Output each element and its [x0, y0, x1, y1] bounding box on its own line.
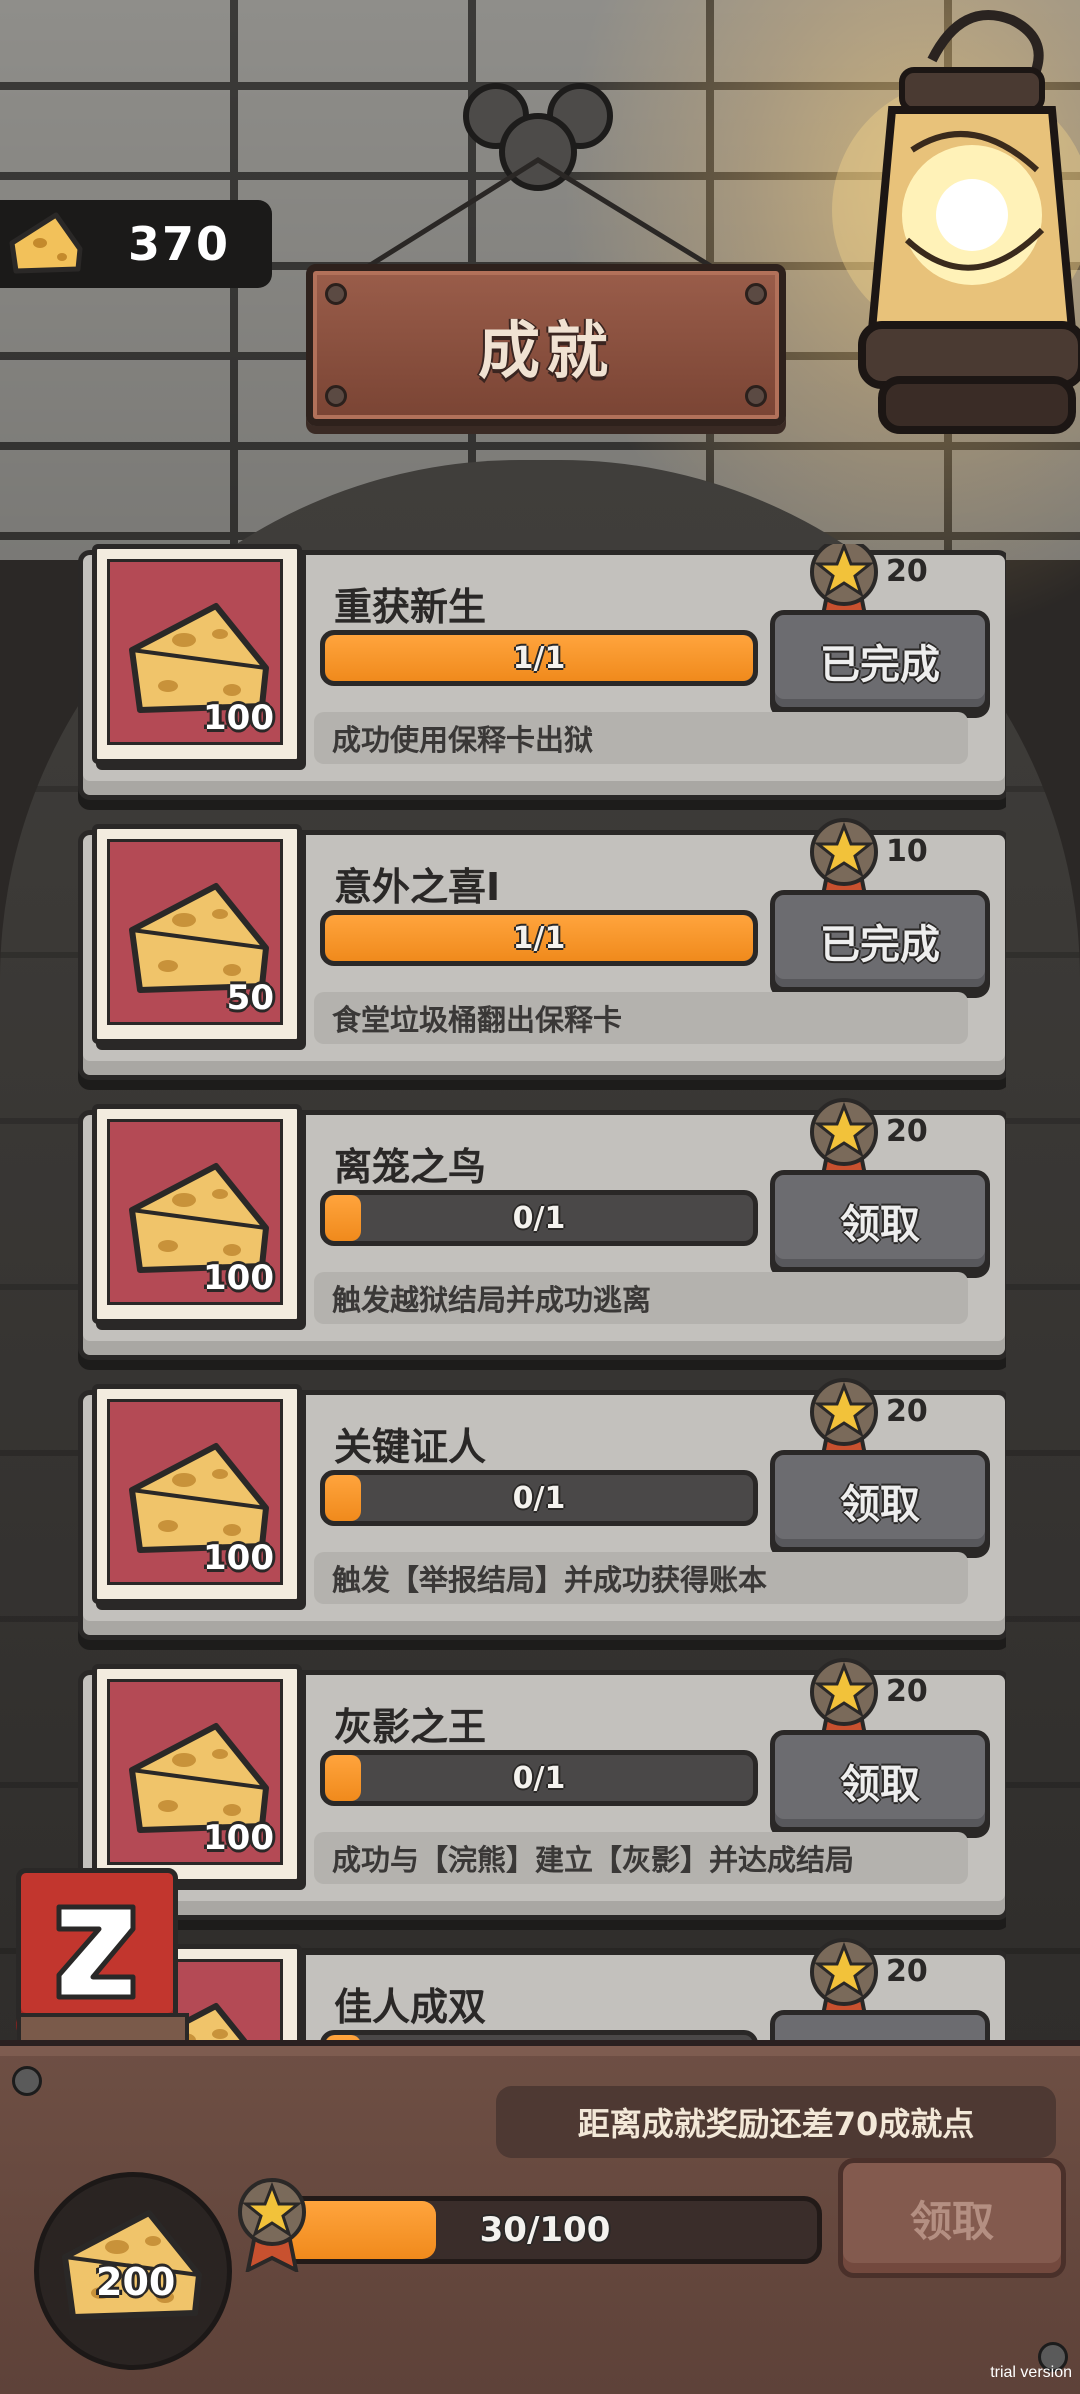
side-z-button[interactable] — [16, 1868, 189, 2047]
achievement-description: 成功使用保释卡出狱 — [314, 712, 968, 764]
achievement-card: 佳人成双 20 — [74, 1938, 1006, 2042]
achievement-description: 食堂垃圾桶翻出保释卡 — [314, 992, 968, 1044]
achievement-points: 20 — [886, 1394, 928, 1429]
achievement-points: 20 — [886, 554, 928, 589]
progress-text: 30/100 — [479, 2210, 611, 2250]
progress-bar: 0/1 — [320, 1190, 758, 1246]
progress-text: 0/1 — [512, 1760, 566, 1796]
bolt-icon — [12, 2066, 42, 2096]
title-sign: 成就 — [306, 264, 786, 426]
currency-display: 370 — [0, 200, 272, 288]
cheese-icon — [9, 212, 83, 274]
reward-amount: 100 — [203, 1258, 274, 1298]
progress-bar: 1/1 — [320, 910, 758, 966]
claim-button[interactable]: 领取 — [770, 1170, 990, 1272]
screw-icon — [745, 385, 767, 407]
screw-icon — [325, 283, 347, 305]
reward-tile: 100 — [92, 1104, 302, 1324]
achievement-points: 20 — [886, 1674, 928, 1709]
reward-hint: 距离成就奖励还差70成就点 — [496, 2086, 1056, 2158]
progress-text: 0/1 — [512, 1480, 566, 1516]
z-letter-icon — [56, 1904, 136, 2000]
bottom-reward-panel: 距离成就奖励还差70成就点 200 30/100 领取 — [0, 2040, 1080, 2394]
progress-text: 0/1 — [512, 1200, 566, 1236]
achievement-points: 10 — [886, 834, 928, 869]
screw-icon — [745, 283, 767, 305]
watermark: trial version — [990, 2364, 1072, 2381]
achievement-card: 100 灰影之王 20 0/1 领取 成功与【浣熊】建立【灰影】并达成结局 — [74, 1658, 1006, 1920]
achievement-list[interactable]: 100 重获新生 20 1/1 已完成 成功使用保释卡出狱 50 意外之喜I 1… — [74, 544, 1006, 2042]
lantern-icon — [832, 10, 1080, 434]
progress-bar: 0/1 — [320, 1750, 758, 1806]
achievement-description: 触发【举报结局】并成功获得账本 — [314, 1552, 968, 1604]
reward-amount: 100 — [203, 1818, 274, 1858]
achievement-title: 佳人成双 — [334, 1985, 487, 2029]
achievement-title: 灰影之王 — [334, 1705, 487, 1749]
achievement-card: 100 离笼之鸟 20 0/1 领取 触发越狱结局并成功逃离 — [74, 1098, 1006, 1360]
currency-value: 370 — [128, 217, 231, 271]
claim-button[interactable]: 领取 — [770, 1450, 990, 1552]
completed-button[interactable]: 已完成 — [770, 610, 990, 712]
reward-tile: 100 — [92, 1384, 302, 1604]
achievement-title: 意外之喜I — [334, 865, 501, 909]
star-medal-icon — [238, 2178, 306, 2272]
reward-amount: 100 — [203, 1538, 274, 1578]
screw-icon — [325, 385, 347, 407]
progress-text: 1/1 — [512, 920, 566, 956]
claim-milestone-button[interactable]: 领取 — [838, 2158, 1066, 2278]
bottom-progress-bar: 30/100 — [268, 2196, 822, 2264]
achievement-card: 50 意外之喜I 10 1/1 已完成 食堂垃圾桶翻出保释卡 — [74, 818, 1006, 1080]
achievement-points: 20 — [886, 1954, 928, 1989]
progress-text: 1/1 — [512, 640, 566, 676]
achievement-description: 触发越狱结局并成功逃离 — [314, 1272, 968, 1324]
reward-tile: 50 — [92, 824, 302, 1044]
reward-amount: 100 — [203, 698, 274, 738]
reward-tile: 100 — [92, 544, 302, 764]
achievement-card: 100 重获新生 20 1/1 已完成 成功使用保释卡出狱 — [74, 544, 1006, 800]
reward-amount: 50 — [226, 978, 274, 1018]
page-title: 成就 — [477, 314, 614, 387]
claim-button[interactable]: 领取 — [770, 1730, 990, 1832]
completed-button[interactable]: 已完成 — [770, 890, 990, 992]
achievement-card: 100 关键证人 20 0/1 领取 触发【举报结局】并成功获得账本 — [74, 1378, 1006, 1640]
bottom-reward-amount: 200 — [96, 2260, 176, 2304]
claim-button[interactable] — [770, 2010, 990, 2042]
achievement-title: 重获新生 — [334, 585, 487, 629]
reward-tile: 100 — [92, 1664, 302, 1884]
achievement-description: 成功与【浣熊】建立【灰影】并达成结局 — [314, 1832, 968, 1884]
progress-bar: 0/1 — [320, 1470, 758, 1526]
achievement-title: 离笼之鸟 — [334, 1145, 487, 1189]
achievement-points: 20 — [886, 1114, 928, 1149]
achievement-title: 关键证人 — [334, 1425, 487, 1469]
progress-bar: 1/1 — [320, 630, 758, 686]
